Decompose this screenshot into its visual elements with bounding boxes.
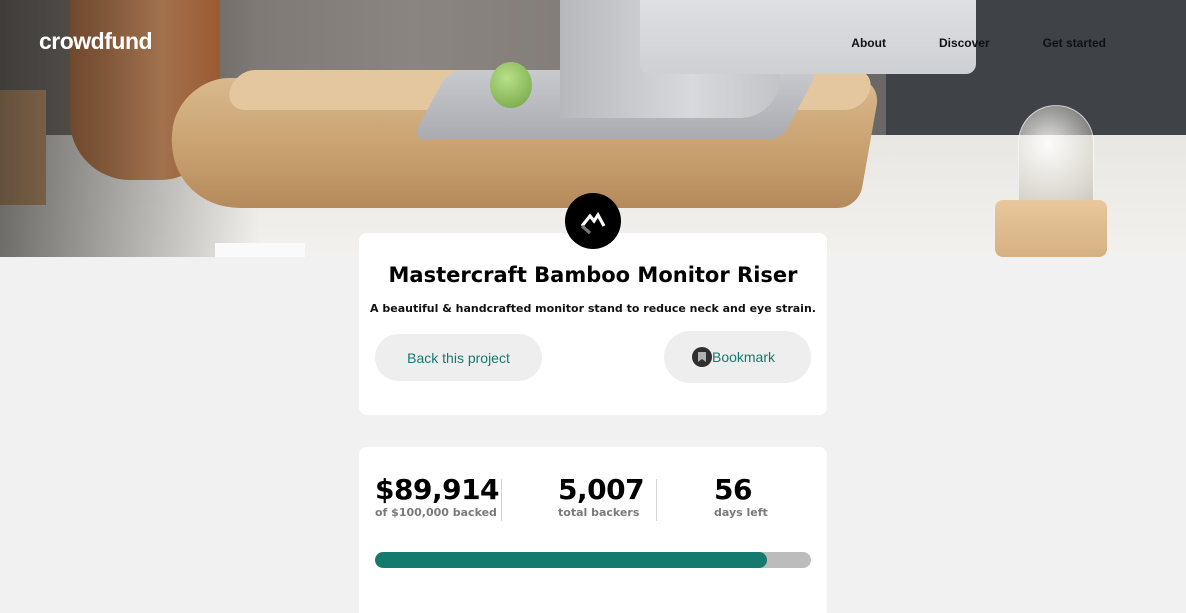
days-left-count: 56 — [714, 473, 752, 506]
project-logo — [565, 193, 621, 249]
back-project-button[interactable]: Back this project — [375, 334, 542, 381]
hero-lamp-bulb — [1018, 105, 1094, 215]
mastercraft-logo-icon — [580, 211, 606, 235]
funding-progress-fill — [375, 552, 768, 568]
backers-label: total backers — [558, 506, 640, 519]
site-logo[interactable]: crowdfund — [39, 28, 153, 55]
project-card: Mastercraft Bamboo Monitor Riser A beaut… — [359, 233, 827, 415]
bookmark-icon — [691, 347, 712, 367]
hero-lamp-block — [995, 200, 1107, 257]
stat-days: 56 days left — [714, 473, 768, 519]
top-nav: crowdfund About Discover Get started — [0, 0, 1186, 80]
project-subtitle: A beautiful & handcrafted monitor stand … — [370, 302, 816, 315]
backed-amount: $89,914 — [375, 473, 500, 506]
days-left-label: days left — [714, 506, 768, 519]
project-title: Mastercraft Bamboo Monitor Riser — [388, 263, 798, 287]
nav-link-get-started[interactable]: Get started — [1043, 36, 1106, 50]
bookmark-label: Bookmark — [711, 349, 776, 365]
backed-label: of $100,000 backed — [375, 506, 497, 519]
backers-count: 5,007 — [558, 473, 645, 506]
stats-card: $89,914 of $100,000 backed 5,007 total b… — [359, 447, 827, 613]
funding-progress-bar — [375, 552, 811, 568]
stat-divider — [501, 479, 502, 521]
stat-backed: $89,914 of $100,000 backed — [375, 473, 500, 519]
stat-divider — [656, 479, 657, 521]
nav-link-discover[interactable]: Discover — [939, 36, 990, 50]
hero-keyboard — [215, 243, 305, 257]
nav-links: About Discover Get started — [851, 36, 1106, 50]
nav-link-about[interactable]: About — [851, 36, 886, 50]
bookmark-button[interactable]: Bookmark — [664, 331, 811, 383]
stat-backers: 5,007 total backers — [558, 473, 645, 519]
